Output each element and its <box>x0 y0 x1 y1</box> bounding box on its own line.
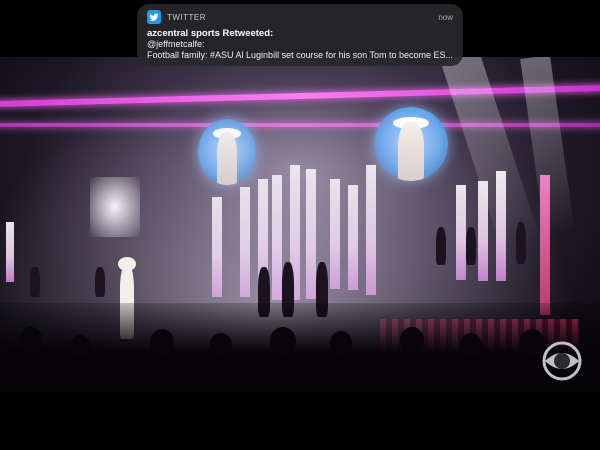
backup-dancer <box>516 222 526 264</box>
audience-crowd <box>0 303 600 393</box>
audience-head <box>150 329 174 355</box>
audience-head <box>210 333 232 357</box>
notification-app-name: TWITTER <box>167 12 207 22</box>
video-frame[interactable] <box>0 57 600 393</box>
audience-head <box>20 327 42 351</box>
lead-singer-head <box>118 257 136 271</box>
notification-handle: @jeffmetcalfe: <box>147 39 205 49</box>
audience-head <box>70 335 90 357</box>
audience-head <box>460 333 482 357</box>
audience-head <box>520 329 544 355</box>
backup-dancer <box>95 267 105 297</box>
notification-header: TWITTER now <box>147 10 453 24</box>
audience-head <box>270 327 296 355</box>
twitter-bird-icon <box>147 10 161 24</box>
notification-message: Football family: #ASU Al Luginbill set c… <box>147 50 453 60</box>
twitter-notification[interactable]: TWITTER now azcentral sports Retweeted: … <box>137 4 463 66</box>
audience-head <box>400 327 424 353</box>
backup-dancer <box>436 227 446 265</box>
backup-dancer <box>30 267 40 297</box>
notification-time: now <box>438 12 453 22</box>
cbs-eye-logo <box>542 341 582 381</box>
notification-title: azcentral sports Retweeted: <box>147 28 274 39</box>
backup-dancer <box>466 227 476 265</box>
audience-head <box>330 331 352 355</box>
